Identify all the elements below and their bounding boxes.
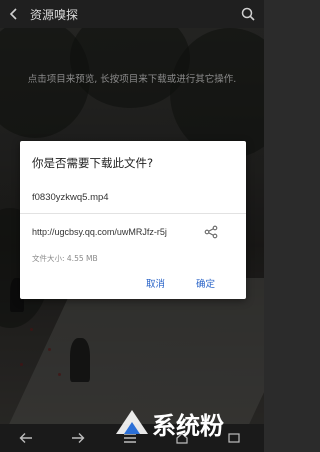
url-text: http://ugcbsy.qq.com/uwMRJfz-r5j: [32, 227, 167, 237]
nav-forward-button[interactable]: [52, 424, 104, 452]
svg-text:系统粉: 系统粉: [152, 412, 224, 440]
arrow-left-icon: [9, 8, 17, 20]
back-button[interactable]: [0, 0, 28, 28]
share-icon[interactable]: [204, 225, 218, 239]
ok-button[interactable]: 确定: [196, 276, 215, 290]
file-size: 文件大小: 4.55 MB: [32, 254, 98, 263]
top-bar: 资源嗅探: [0, 0, 264, 28]
filename-text: f0830yzkwq5.mp4: [32, 192, 109, 203]
divider: [20, 213, 246, 214]
download-dialog: 你是否需要下载此文件? f0830yzkwq5.mp4 http://ugcbs…: [20, 141, 246, 299]
nav-back-button[interactable]: [0, 424, 52, 452]
usage-hint: 点击项目来预览, 长按项目来下载或进行其它操作.: [27, 74, 237, 85]
search-icon[interactable]: [240, 6, 256, 22]
page-title: 资源嗅探: [30, 7, 79, 22]
watermark-logo: 系统粉: [116, 410, 224, 440]
dialog-title: 你是否需要下载此文件?: [32, 156, 154, 170]
cancel-button[interactable]: 取消: [146, 276, 165, 290]
arrow-left-icon: [19, 433, 32, 443]
arrow-right-icon: [72, 433, 85, 443]
